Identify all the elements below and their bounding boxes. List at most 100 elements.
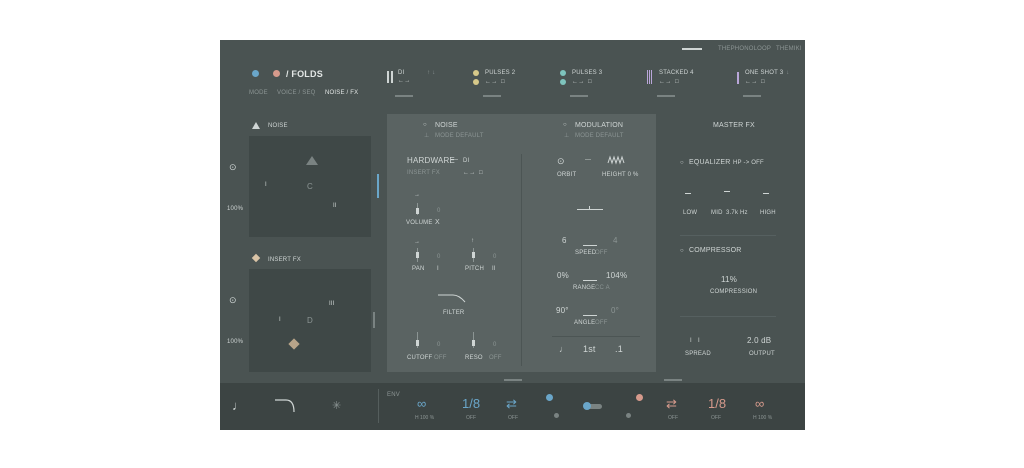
hardware-square[interactable]: □ (479, 170, 483, 176)
drawer-handle-center[interactable] (504, 379, 522, 381)
slot-stacked-4-arrows: ←→ (659, 79, 672, 85)
footer-loop-red[interactable]: ∞ (755, 396, 764, 411)
eq-mid-knob[interactable] (724, 191, 730, 192)
spread-mark[interactable]: I (690, 338, 692, 344)
eq-low-label: LOW (683, 210, 698, 216)
slot-arrows-up[interactable]: ↑ ↓ (427, 70, 435, 76)
footer-rate-red-label: OFF (711, 415, 721, 421)
slot-pulses-2-name: PULSES 2 (485, 70, 516, 76)
footer-blend-knob[interactable] (583, 402, 591, 410)
orbit-dash: — (585, 157, 592, 163)
plugin-window: THEPHONOLOOP THEMIKI / FOLDS MODE VOICE … (220, 40, 805, 430)
angle-left: 90° (556, 306, 569, 315)
slot-stacked-4[interactable]: STACKED 4 ←→ □ (647, 68, 707, 100)
seq-end[interactable]: .1 (615, 344, 623, 354)
output-value[interactable]: 2.0 dB (747, 336, 771, 345)
footer-env-label: ENV (387, 392, 400, 398)
compressor-value[interactable]: 11% (721, 275, 737, 284)
compressor-power-icon[interactable]: ○ (680, 248, 684, 254)
equalizer-hp[interactable]: HP -> OFF (733, 160, 764, 166)
preset-blue-dot (252, 70, 259, 77)
insert-percent: 100% (227, 339, 244, 345)
insert-orbit-icon[interactable]: ⊙ (229, 295, 237, 306)
volume-x[interactable]: X (435, 219, 440, 226)
pitch-mark: II (492, 266, 496, 272)
insert-fx-xy-pad[interactable]: III I D (249, 269, 371, 372)
output-label: OUTPUT (749, 351, 775, 357)
drawer-handle-right[interactable] (664, 379, 682, 381)
volume-knob[interactable] (416, 208, 419, 214)
cutoff-value: 0 (437, 342, 441, 348)
tab-mode[interactable]: MODE (249, 90, 268, 96)
range-slider[interactable] (583, 280, 597, 281)
hardware-insert-fx: INSERT FX (407, 170, 440, 176)
slot-yellow-dot (473, 70, 479, 76)
footer-red-orbit-dot[interactable] (636, 394, 643, 401)
pan-knob[interactable] (416, 252, 419, 258)
range-right: 104% (606, 271, 628, 280)
pan-arrow-icon: → (414, 239, 421, 245)
footer-rate-red[interactable]: 1/8 (708, 396, 726, 411)
pitch-knob[interactable] (472, 252, 475, 258)
modulation-power-icon[interactable]: ○ (563, 122, 567, 128)
footer-loop-blue[interactable]: ∞ (417, 396, 426, 411)
insert-marker-i: I (279, 317, 281, 323)
noise-power-icon[interactable]: ○ (423, 122, 427, 128)
eq-high-knob[interactable] (763, 193, 769, 194)
noise-pad-scrollbar[interactable] (377, 174, 379, 198)
slot-one-shot-updown[interactable]: ↑ ↓ (781, 70, 789, 76)
slot-pulses-3[interactable]: PULSES 3 ←→ □ (560, 68, 620, 100)
noise-orbit-icon[interactable]: ⊙ (229, 162, 237, 173)
compressor-label: COMPRESSION (710, 289, 758, 295)
angle-slider[interactable] (583, 315, 597, 316)
orbit-curve[interactable] (577, 209, 603, 210)
angle-label: ANGLE (574, 320, 596, 326)
footer-loop-blue-label: H 100 % (415, 415, 435, 421)
cutoff-knob[interactable] (416, 340, 419, 346)
height-wave-icon[interactable] (607, 155, 625, 165)
footer-note-icon[interactable]: ♩ (232, 398, 245, 413)
volume-label: VOLUME (406, 220, 433, 226)
slot-pulses-2[interactable]: PULSES 2 ←→ □ (473, 68, 533, 100)
slot-one-shot-3-square: □ (761, 79, 765, 85)
center-noise-title: NOISE (435, 122, 458, 129)
hardware-value[interactable]: DI (463, 158, 469, 164)
slot-one-shot-3[interactable]: ONE SHOT 3 ←→ □ ↑ ↓ (735, 68, 801, 100)
slot-pulses-2-square: □ (501, 79, 505, 85)
seq-value[interactable]: 1st (583, 344, 596, 354)
reso-knob[interactable] (472, 340, 475, 346)
pan-value: 0 (437, 254, 441, 260)
footer-blue-orbit-dot[interactable] (546, 394, 553, 401)
seq-note-icon[interactable]: ♩ (559, 344, 568, 354)
filter-curve-icon[interactable] (437, 292, 467, 304)
slot-pulses-2-arrows: ←→ (485, 79, 498, 85)
tab-voice-seq[interactable]: VOICE / SEQ (277, 90, 316, 96)
orbit-icon[interactable]: ⊙ (557, 156, 565, 167)
slot-pulses-3-name: PULSES 3 (572, 70, 603, 76)
hardware-arrows[interactable]: ←→ (463, 170, 475, 176)
insert-pad-scrollbar[interactable] (373, 312, 375, 328)
slot-one-shot-mark (737, 72, 739, 84)
noise-xy-pad[interactable]: I C II (249, 136, 371, 237)
slot-one-shot-3-name: ONE SHOT 3 (745, 70, 784, 76)
orbit-curve-tick (589, 206, 590, 210)
height-label: HEIGHT 0 % (602, 172, 639, 178)
speed-state: OFF (595, 250, 608, 256)
noise-plus-icon[interactable]: ⊥ (424, 132, 429, 139)
slot-stacked-4-name: STACKED 4 (659, 70, 694, 76)
noise-percent: 100% (227, 206, 244, 212)
footer-rate-blue[interactable]: 1/8 (462, 396, 480, 411)
tab-noise-fx[interactable]: NOISE / FX (325, 90, 358, 96)
modulation-plus-icon[interactable]: ⊥ (564, 132, 569, 139)
insert-fx-label: INSERT FX (268, 257, 301, 263)
equalizer-power-icon[interactable]: ○ (680, 160, 684, 166)
footer-swap-red[interactable]: ⇄ (666, 396, 677, 412)
speed-slider[interactable] (583, 245, 597, 246)
slot-teal-dot (560, 70, 566, 76)
footer-envelope-curve-icon[interactable] (274, 398, 296, 414)
eq-low-knob[interactable] (685, 193, 691, 194)
preset-title[interactable]: / FOLDS (286, 69, 323, 79)
footer-sun-icon[interactable]: ✳ (332, 399, 341, 412)
footer-swap-blue[interactable]: ⇄ (506, 396, 517, 412)
insert-marker-d: D (307, 316, 313, 325)
